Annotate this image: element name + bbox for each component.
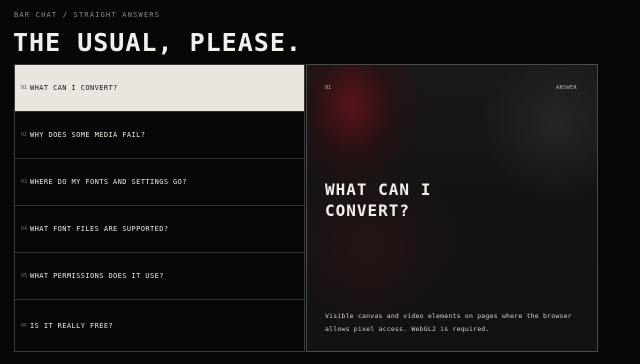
faq-item-question: WHAT PERMISSIONS DOES IT USE? bbox=[30, 272, 164, 280]
answer-number: 01 bbox=[325, 85, 332, 91]
faq-item-question: WHERE DO MY FONTS AND SETTINGS GO? bbox=[30, 178, 187, 186]
faq-item-number: 02 bbox=[21, 132, 28, 138]
answer-body: Visible canvas and video elements on pag… bbox=[325, 312, 572, 333]
faq-item-what-can-i-convert[interactable]: 01 WHAT CAN I CONVERT? bbox=[15, 65, 304, 112]
faq-item-number: 01 bbox=[21, 85, 28, 91]
faq-item-really-free[interactable]: 06 IS IT REALLY FREE? bbox=[15, 300, 304, 351]
faq-item-question: WHAT FONT FILES ARE SUPPORTED? bbox=[30, 225, 169, 233]
faq-item-question: IS IT REALLY FREE? bbox=[30, 321, 114, 330]
faq-item-number: 03 bbox=[21, 179, 28, 185]
answer-label: ANSWER bbox=[555, 85, 577, 91]
faq-item-number: 06 bbox=[21, 322, 28, 329]
faq-item-question: WHY DOES SOME MEDIA FAIL? bbox=[30, 131, 146, 139]
faq-item-question: WHAT CAN I CONVERT? bbox=[30, 84, 118, 92]
faq-item-permissions[interactable]: 05 WHAT PERMISSIONS DOES IT USE? bbox=[15, 253, 304, 300]
faq-item-number: 04 bbox=[21, 226, 28, 232]
faq-item-why-media-fail[interactable]: 02 WHY DOES SOME MEDIA FAIL? bbox=[15, 112, 304, 159]
page-eyebrow: BAR CHAT / STRAIGHT ANSWERS bbox=[14, 11, 161, 19]
answer-panel: 01 ANSWER WHAT CAN I CONVERT? Visible ca… bbox=[306, 64, 598, 352]
faq-item-number: 05 bbox=[21, 273, 28, 279]
faq-item-fonts-settings[interactable]: 03 WHERE DO MY FONTS AND SETTINGS GO? bbox=[15, 159, 304, 206]
faq-list: 01 WHAT CAN I CONVERT? 02 WHY DOES SOME … bbox=[14, 64, 305, 352]
page-title: THE USUAL, PLEASE. bbox=[13, 28, 302, 57]
faq-item-font-files[interactable]: 04 WHAT FONT FILES ARE SUPPORTED? bbox=[15, 206, 304, 253]
answer-title: WHAT CAN I CONVERT? bbox=[325, 180, 432, 220]
